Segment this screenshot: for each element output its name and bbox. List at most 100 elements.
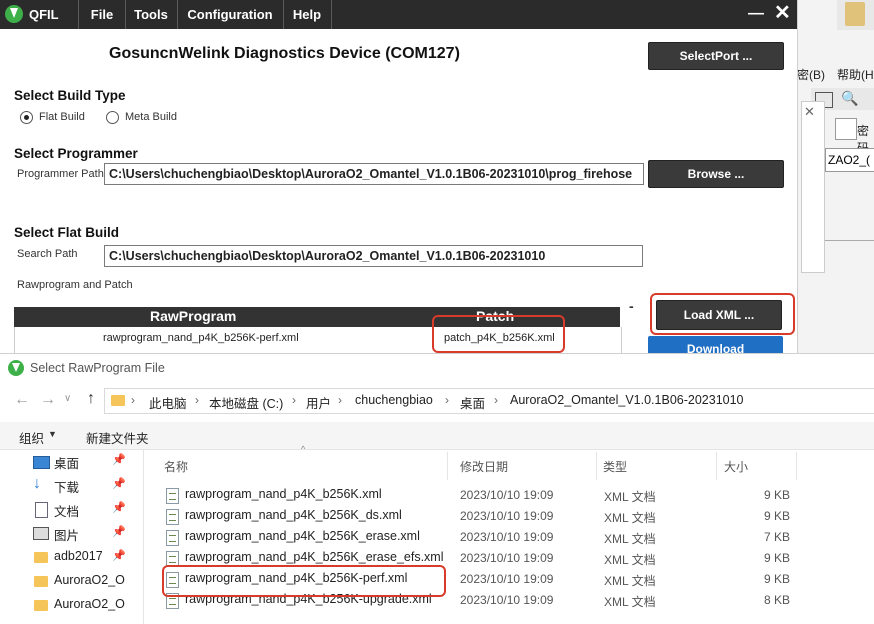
sort-up-icon: ^ bbox=[301, 444, 306, 454]
document-icon bbox=[35, 502, 48, 518]
breadcrumb-users[interactable]: 用户 bbox=[306, 393, 331, 412]
column-divider[interactable] bbox=[447, 452, 448, 480]
xml-file-icon bbox=[166, 530, 179, 546]
file-row[interactable]: rawprogram_nand_p4K_b256K_ds.xml 2023/10… bbox=[160, 506, 800, 527]
address-bar[interactable]: › 此电脑 › 本地磁盘 (C:) › 用户 › chuchengbiao › … bbox=[104, 388, 874, 414]
breadcrumb-local-disk[interactable]: 本地磁盘 (C:) bbox=[209, 393, 283, 412]
browse-button[interactable]: Browse ... bbox=[648, 160, 784, 188]
file-name: rawprogram_nand_p4K_b256K_erase_efs.xml bbox=[185, 550, 444, 564]
file-row[interactable]: rawprogram_nand_p4K_b256K.xml 2023/10/10… bbox=[160, 485, 800, 506]
menu-configuration[interactable]: Configuration bbox=[177, 0, 284, 29]
sidebar-item-desktop[interactable]: 桌面 📌 bbox=[0, 450, 140, 474]
programmer-path-label: Programmer Path bbox=[17, 168, 104, 180]
sidebar-item-label: 桌面 bbox=[54, 457, 80, 471]
organize-dropdown-icon: ▼ bbox=[48, 429, 57, 439]
column-header-date[interactable]: 修改日期 bbox=[460, 458, 508, 475]
file-name: rawprogram_nand_p4K_b256K_erase.xml bbox=[185, 529, 420, 543]
folder-icon bbox=[34, 600, 48, 611]
breadcrumb-separator: › bbox=[338, 393, 342, 407]
breadcrumb-separator: › bbox=[131, 393, 135, 407]
background-window-titlebar bbox=[837, 0, 874, 30]
build-type-heading: Select Build Type bbox=[14, 88, 126, 103]
flat-build-heading: Select Flat Build bbox=[14, 225, 120, 240]
perf-file-highlight-box bbox=[162, 565, 446, 597]
file-date: 2023/10/10 19:09 bbox=[460, 593, 554, 607]
download-button[interactable]: Download bbox=[648, 336, 783, 353]
file-date: 2023/10/10 19:09 bbox=[460, 551, 554, 565]
file-date: 2023/10/10 19:09 bbox=[460, 572, 554, 586]
xml-file-icon bbox=[166, 509, 179, 525]
navigation-pane: 桌面 📌 ↓ 下载 📌 文档 📌 图片 📌 adb2017 📌 AuroraO2… bbox=[0, 450, 144, 624]
programmer-path-field[interactable]: C:\Users\chuchengbiao\Desktop\AuroraO2_O… bbox=[104, 163, 644, 185]
sidebar-item-aurora-2[interactable]: AuroraO2_O bbox=[0, 594, 140, 618]
desktop-icon bbox=[33, 456, 50, 469]
flat-build-radio[interactable] bbox=[20, 111, 33, 124]
close-button[interactable]: ✕ bbox=[774, 0, 791, 29]
file-size: 9 KB bbox=[763, 551, 790, 565]
folder-icon bbox=[34, 552, 48, 563]
sidebar-item-downloads[interactable]: ↓ 下载 📌 bbox=[0, 474, 140, 498]
back-arrow-icon[interactable]: ← bbox=[14, 391, 30, 409]
download-arrow-icon bbox=[10, 8, 18, 18]
file-row[interactable]: rawprogram_nand_p4K_b256K_erase.xml 2023… bbox=[160, 527, 800, 548]
sidebar-item-label: 文档 bbox=[54, 505, 80, 519]
pin-icon: 📌 bbox=[112, 550, 126, 562]
column-header-size[interactable]: 大小 bbox=[724, 458, 748, 475]
sidebar-item-documents[interactable]: 文档 📌 bbox=[0, 498, 140, 522]
menu-file[interactable]: File bbox=[79, 0, 126, 29]
column-header-name[interactable]: 名称 bbox=[164, 458, 188, 475]
column-header-type[interactable]: 类型 bbox=[603, 458, 627, 475]
sidebar-item-pictures[interactable]: 图片 📌 bbox=[0, 522, 140, 546]
breadcrumb-desktop[interactable]: 桌面 bbox=[460, 393, 485, 412]
divider bbox=[825, 240, 874, 241]
folder-icon bbox=[111, 395, 125, 406]
column-divider[interactable] bbox=[596, 452, 597, 480]
pin-icon: 📌 bbox=[112, 454, 126, 466]
sidebar-item-adb2017[interactable]: adb2017 📌 bbox=[0, 546, 140, 570]
organize-menu[interactable]: 组织 bbox=[19, 428, 44, 447]
background-panel: ✕ bbox=[801, 101, 825, 273]
patch-highlight-box bbox=[432, 315, 565, 353]
sidebar-item-label: AuroraO2_O bbox=[54, 573, 125, 587]
breadcrumb-separator: › bbox=[292, 393, 296, 407]
dialog-app-icon bbox=[8, 360, 24, 376]
select-port-button[interactable]: SelectPort ... bbox=[648, 42, 784, 70]
minimize-button[interactable]: — bbox=[748, 0, 764, 29]
breadcrumb-this-pc[interactable]: 此电脑 bbox=[149, 393, 187, 412]
file-type: XML 文档 bbox=[604, 553, 656, 567]
search-path-field[interactable]: C:\Users\chuchengbiao\Desktop\AuroraO2_O… bbox=[104, 245, 643, 267]
column-divider[interactable] bbox=[716, 452, 717, 480]
sidebar-item-aurora-1[interactable]: AuroraO2_O bbox=[0, 570, 140, 594]
download-icon: ↓ bbox=[33, 475, 41, 492]
remove-dash-button[interactable]: - bbox=[629, 298, 634, 314]
column-divider[interactable] bbox=[796, 452, 797, 480]
file-date: 2023/10/10 19:09 bbox=[460, 488, 554, 502]
menu-bar: QFIL File Tools Configuration Help — ✕ bbox=[0, 0, 797, 29]
sidebar-item-label: 下载 bbox=[54, 481, 80, 495]
breadcrumb-current-folder[interactable]: AuroraO2_Omantel_V1.0.1B06-20231010 bbox=[510, 393, 744, 407]
sidebar-item-label: 图片 bbox=[54, 529, 80, 543]
menu-tools[interactable]: Tools bbox=[125, 0, 178, 29]
search-icon: 🔍 bbox=[841, 90, 859, 106]
file-date: 2023/10/10 19:09 bbox=[460, 509, 554, 523]
pin-icon: 📌 bbox=[112, 478, 126, 490]
menu-help[interactable]: Help bbox=[283, 0, 332, 29]
background-text-field: ZAO2_( bbox=[825, 148, 874, 172]
recent-chevron-icon[interactable]: ∨ bbox=[64, 393, 71, 404]
qfil-window: QFIL File Tools Configuration Help — ✕ G… bbox=[0, 0, 798, 353]
background-window: 密(B) 帮助(H 🔍 ✕ 密码 ZAO2_( bbox=[797, 0, 874, 353]
file-name: rawprogram_nand_p4K_b256K.xml bbox=[185, 487, 382, 501]
file-date: 2023/10/10 19:09 bbox=[460, 530, 554, 544]
breadcrumb-separator: › bbox=[494, 393, 498, 407]
file-type: XML 文档 bbox=[604, 532, 656, 546]
new-folder-button[interactable]: 新建文件夹 bbox=[86, 428, 149, 447]
up-arrow-icon[interactable]: ↑ bbox=[87, 390, 95, 408]
qfil-logo-icon bbox=[5, 5, 23, 23]
meta-build-radio[interactable] bbox=[106, 111, 119, 124]
file-size: 7 KB bbox=[763, 530, 790, 544]
rawprogram-patch-label: Rawprogram and Patch bbox=[17, 279, 133, 291]
breadcrumb-user-folder[interactable]: chuchengbiao bbox=[355, 393, 433, 407]
picture-icon bbox=[33, 527, 49, 540]
file-size: 9 KB bbox=[763, 488, 790, 502]
forward-arrow-icon[interactable]: → bbox=[40, 391, 56, 409]
